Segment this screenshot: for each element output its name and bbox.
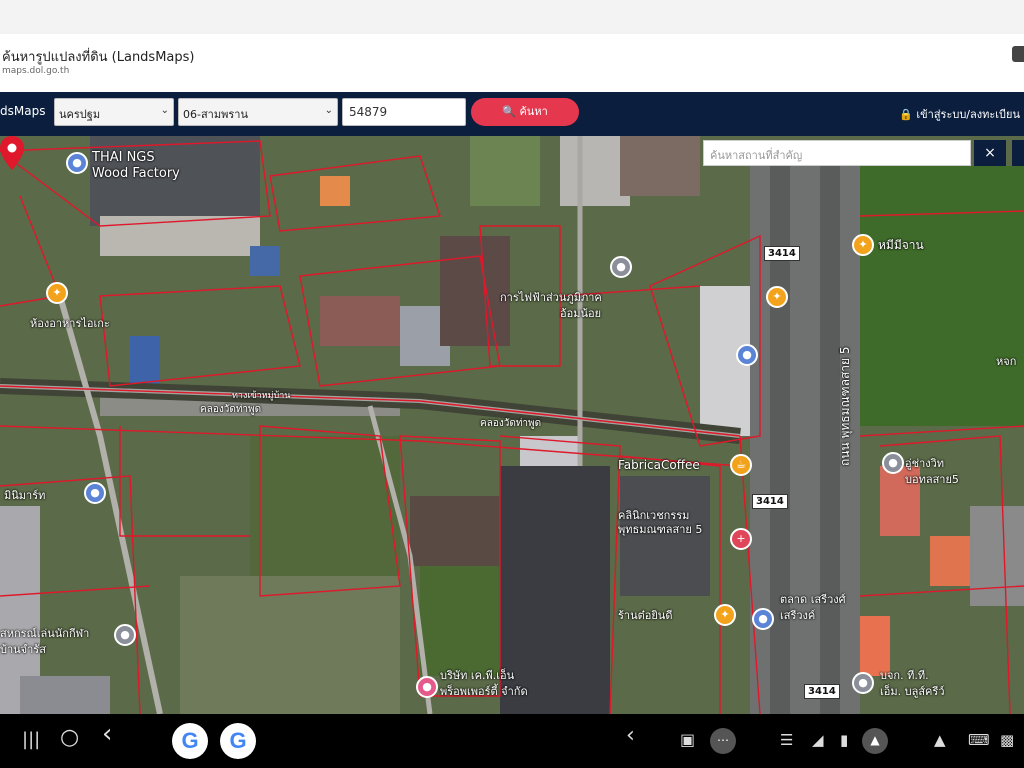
poi-restaurant-icon[interactable]: ✦: [766, 286, 788, 308]
map-label-canal-2: คลองวัดท่าพูด: [480, 418, 542, 429]
parcel-number-input[interactable]: 54879: [342, 98, 466, 126]
map-label-parcel: ทางเข้าหมู่บ้าน: [232, 391, 291, 401]
map-label-restaurant-left: ห้องอาหารไอเกะ: [30, 317, 110, 330]
flask-icon: ▲: [934, 731, 946, 749]
map-label-edge-right: หจก: [996, 355, 1017, 368]
map-label-garage-line2: บอทลสาย5: [905, 473, 959, 486]
map-label-market-line2: เสรีวงค์: [780, 609, 816, 622]
poi-electric-icon[interactable]: ●: [610, 256, 632, 278]
poi-coffee-icon[interactable]: ☕: [730, 454, 752, 476]
map-label-electric-2: อ้อมน้อย: [560, 307, 602, 320]
home-icon[interactable]: ○: [60, 727, 79, 749]
browser-menu-button[interactable]: [1012, 46, 1024, 62]
signal-icon: ◢: [812, 731, 824, 749]
map-label-clinic-line2: พุทธมณฑลสาย 5: [618, 523, 703, 536]
poi-shop-icon[interactable]: ●: [736, 344, 758, 366]
app-screen: ค้นหารูปแปลงที่ดิน (LandsMaps) maps.dol.…: [0, 0, 1024, 768]
district-select-value: 06-สามพราน: [183, 108, 248, 121]
chevron-down-icon: ⌄: [160, 105, 169, 116]
lock-icon: 🔒: [899, 108, 913, 121]
place-search-input[interactable]: ค้นหาสถานที่สำคัญ: [703, 140, 971, 166]
poi-mini-mart-icon[interactable]: ●: [84, 482, 106, 504]
login-link[interactable]: 🔒 เข้าสู่ระบบ/ลงทะเบียน: [899, 105, 1020, 123]
map-label-company-line2: พร็อพเพอร์ตี้ จำกัด: [440, 685, 528, 698]
google-app-icon[interactable]: G: [172, 723, 208, 759]
province-select[interactable]: นครปฐม ⌄: [54, 98, 174, 126]
poi-garage-icon[interactable]: ●: [882, 452, 904, 474]
map-label-factory-line2: Wood Factory: [92, 166, 180, 181]
page-title: ค้นหารูปแปลงที่ดิน (LandsMaps): [2, 50, 195, 65]
poi-pink-icon[interactable]: ●: [416, 676, 438, 698]
back-icon[interactable]: ‹: [102, 721, 112, 747]
page-url[interactable]: maps.dol.go.th: [2, 66, 69, 76]
expand-panel-icon[interactable]: ▲: [862, 728, 888, 754]
parcel-location-pin-icon[interactable]: [0, 136, 24, 170]
chevron-down-icon: ⌄: [324, 105, 333, 116]
poi-company-icon[interactable]: ●: [852, 672, 874, 694]
keyboard-icon[interactable]: ⌨: [968, 730, 990, 750]
battery-icon: ▮: [840, 731, 849, 749]
map-label-bottom-left-2: บ้านจำรัส: [0, 643, 46, 656]
brand-logo[interactable]: dsMaps: [0, 104, 45, 118]
google-app-icon[interactable]: G: [220, 723, 256, 759]
poi-clinic-icon[interactable]: +: [730, 528, 752, 550]
wifi-icon: ☰: [780, 731, 794, 749]
map-label-fabrica-coffee: FabricaCoffee: [618, 458, 700, 472]
satellite-map[interactable]: THAI NGS Wood Factory ห้องอาหารไอเกะ คลอ…: [0, 136, 1024, 714]
poi-shop-food-icon[interactable]: ✦: [714, 604, 736, 626]
province-select-value: นครปฐม: [59, 108, 101, 121]
poi-market-icon[interactable]: ●: [752, 608, 774, 630]
map-label-highway-name: ถนน พุทธมณฑลสาย 5: [838, 346, 852, 466]
poi-place-icon[interactable]: ●: [114, 624, 136, 646]
gallery-icon[interactable]: ▣: [680, 730, 695, 750]
district-select[interactable]: 06-สามพราน ⌄: [178, 98, 338, 126]
clear-search-button[interactable]: ×: [974, 140, 1006, 166]
map-label-mini-mart: มินิมาร์ท: [4, 489, 46, 502]
search-icon: 🔍: [502, 105, 516, 118]
layers-button[interactable]: [1012, 140, 1024, 166]
route-shield-3414: 3414: [752, 494, 788, 509]
poi-restaurant-icon[interactable]: ✦: [46, 282, 68, 304]
map-label-shop: ร้านต๋อยินดี: [618, 609, 673, 622]
browser-header: ค้นหารูปแปลงที่ดิน (LandsMaps) maps.dol.…: [0, 0, 1024, 92]
browser-top-strip: [0, 0, 1024, 34]
recent-apps-icon[interactable]: |||: [22, 730, 40, 750]
landsmaps-navbar: dsMaps นครปฐม ⌄ 06-สามพราน ⌄ 54879 🔍 ค้น…: [0, 92, 1024, 136]
login-label: เข้าสู่ระบบ/ลงทะเบียน: [916, 108, 1020, 121]
map-label-canal-1: คลองวัดท่าพูด: [200, 404, 262, 415]
route-shield-3414: 3414: [804, 684, 840, 699]
map-label-factory-line1: THAI NGS: [92, 150, 155, 165]
map-label-restaurant-right: หมีมีจาน: [878, 238, 924, 252]
search-button[interactable]: 🔍 ค้นหา: [471, 98, 579, 126]
map-label-tmb-line2: เอ็ม. บลูส์ครีว์: [880, 685, 945, 698]
system-navigation-bar: ||| ○ ‹ G G ‹ ▣ ⋯ ☰ ◢ ▮ ▲ ▲ ⌨ ▩: [0, 714, 1024, 768]
more-options-icon[interactable]: ⋯: [710, 728, 736, 754]
poi-restaurant-icon[interactable]: ✦: [852, 234, 874, 256]
chevron-left-icon[interactable]: ‹: [626, 725, 635, 747]
poi-factory-icon[interactable]: ●: [66, 152, 88, 174]
search-button-label: ค้นหา: [519, 105, 548, 118]
route-shield-3414: 3414: [764, 246, 800, 261]
screen-icon[interactable]: ▩: [1000, 730, 1014, 750]
